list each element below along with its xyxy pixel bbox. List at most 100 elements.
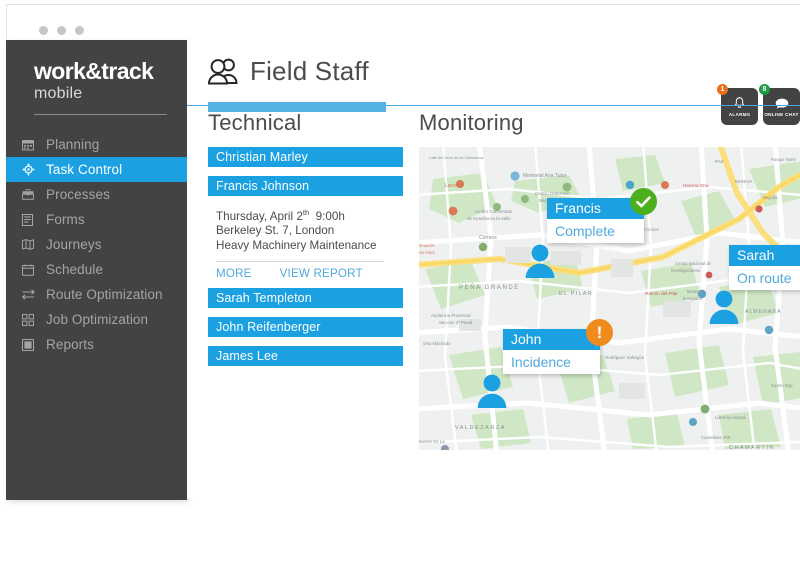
svg-text:Castellana 200: Castellana 200 xyxy=(701,435,731,440)
target-icon xyxy=(22,163,42,177)
sidebar-item-label: Processes xyxy=(46,187,110,202)
sidebar-item-label: Schedule xyxy=(46,262,104,277)
sidebar-item-task-control[interactable]: Task Control xyxy=(6,157,187,182)
brand-logo: work&track mobile xyxy=(6,40,187,115)
monitoring-panel-title: Monitoring xyxy=(419,110,524,135)
svg-text:Centro Nacional de: Centro Nacional de xyxy=(675,261,712,266)
svg-text:EL PILAR: EL PILAR xyxy=(559,291,593,297)
svg-text:Audiencia Provincial: Audiencia Provincial xyxy=(431,313,471,318)
staff-detail-address: Berkeley St. 7, London xyxy=(216,224,335,238)
sidebar-item-schedule[interactable]: Schedule xyxy=(6,257,187,282)
svg-text:ALMENARA: ALMENARA xyxy=(745,309,782,315)
svg-text:Investigaciones: Investigaciones xyxy=(671,268,700,273)
window-dot-close[interactable] xyxy=(39,26,48,35)
svg-text:Museo de: Museo de xyxy=(687,289,706,294)
exclamation-icon: ! xyxy=(596,323,603,342)
form-icon xyxy=(22,213,42,227)
technical-panel-title: Technical xyxy=(208,110,302,135)
toolbox-icon xyxy=(22,188,42,202)
status-badge-complete xyxy=(630,188,657,215)
sidebar-item-label: Route Optimization xyxy=(46,287,163,302)
brand-name: work&track xyxy=(34,58,154,84)
staff-row-sarah-templeton[interactable]: Sarah Templeton xyxy=(208,287,403,308)
map-callout-john[interactable]: ! John Incidence xyxy=(503,319,613,374)
brand-tagline: mobile xyxy=(34,85,83,102)
staff-row-christian-marley[interactable]: Christian Marley xyxy=(208,147,403,167)
chat-badge: 8 xyxy=(759,84,770,95)
callout-name: Sarah xyxy=(729,245,800,266)
sidebar-item-label: Journeys xyxy=(46,237,102,252)
staff-detail-datetime: Thursday, April 2th 9:00h xyxy=(216,206,403,224)
sidebar: work&track mobile Planning Task Control … xyxy=(6,40,187,500)
staff-detail-date: Thursday, April 2 xyxy=(216,209,303,223)
people-icon xyxy=(207,57,241,90)
svg-text:MANIVA: MANIVA xyxy=(735,179,753,184)
svg-text:Parque Norte: Parque Norte xyxy=(771,157,797,162)
staff-detail-divider xyxy=(216,260,384,262)
staff-row-james-lee[interactable]: James Lee xyxy=(208,345,403,366)
monitoring-panel: Monitoring Calle del Cerro de los Carbon… xyxy=(419,110,800,450)
svg-text:Centro Deportivo: Centro Deportivo xyxy=(535,191,570,196)
staff-detail-links: MORE VIEW REPORT xyxy=(216,267,403,280)
sidebar-item-label: Forms xyxy=(46,212,85,227)
svg-text:Centro Concertado: Centro Concertado xyxy=(475,209,513,214)
map-pin-sarah[interactable] xyxy=(707,289,741,325)
main-content: Field Staff 1 ALARMS 8 ONLINE CHAT Techn… xyxy=(187,40,800,498)
sidebar-item-route-optimization[interactable]: Route Optimization xyxy=(6,282,187,307)
sidebar-item-planning[interactable]: Planning xyxy=(6,132,187,157)
svg-text:Memorial Ana Tutor: Memorial Ana Tutor xyxy=(523,173,567,179)
panels-row: Technical Christian Marley Francis Johns… xyxy=(187,110,800,450)
staff-detail-card: Thursday, April 2th 9:00h Berkeley St. 7… xyxy=(208,205,403,280)
staff-detail-date-suffix: th xyxy=(302,208,310,217)
svg-text:Correos: Correos xyxy=(479,235,497,241)
window-dot-minimize[interactable] xyxy=(57,26,66,35)
sidebar-nav: Planning Task Control Processes Forms Jo xyxy=(6,132,187,357)
staff-detail-time: 9:00h xyxy=(315,209,345,223)
window-titlebar xyxy=(7,5,800,41)
chat-icon xyxy=(775,96,789,111)
map-pin-john[interactable] xyxy=(475,373,509,409)
svg-text:PAZ: PAZ xyxy=(715,159,724,164)
map-callout-sarah[interactable]: Sarah On route xyxy=(729,245,800,290)
callout-status: Incidence xyxy=(511,354,571,370)
map-pin-francis[interactable] xyxy=(523,243,557,279)
svg-text:de Enseñanza la Salle: de Enseñanza la Salle xyxy=(467,216,511,221)
brand-divider xyxy=(34,114,167,115)
sidebar-item-job-optimization[interactable]: Job Optimization xyxy=(6,307,187,332)
window-dot-maximize[interactable] xyxy=(75,26,84,35)
alarms-badge: 1 xyxy=(717,84,728,95)
staff-row-john-reifenberger[interactable]: John Reifenberger xyxy=(208,316,403,337)
staff-detail-job: Heavy Machinery Maintenance xyxy=(216,239,377,253)
svg-text:Rodríguez Sahagún: Rodríguez Sahagún xyxy=(605,355,645,360)
svg-text:Ramón del Pilar: Ramón del Pilar xyxy=(645,291,678,296)
staff-row-francis-johnson[interactable]: Francis Johnson xyxy=(208,176,403,196)
svg-text:Lacoma: Lacoma xyxy=(445,183,463,189)
map-callout-francis[interactable]: Francis Complete xyxy=(547,188,657,243)
calendar-icon xyxy=(22,138,42,152)
map-book-icon xyxy=(22,238,42,252)
sidebar-item-journeys[interactable]: Journeys xyxy=(6,232,187,257)
page-title: Field Staff xyxy=(250,56,369,86)
sidebar-item-label: Planning xyxy=(46,137,100,152)
svg-text:PEÑA GRANDE: PEÑA GRANDE xyxy=(459,284,520,291)
technical-panel: Technical Christian Marley Francis Johns… xyxy=(208,110,403,450)
svg-text:CHAMARTÍN: CHAMARTÍN xyxy=(729,444,775,450)
svg-text:VALDEZARZA: VALDEZARZA xyxy=(455,425,506,431)
callout-status: Complete xyxy=(555,223,615,239)
svg-text:Calle del Cerro de los Carbone: Calle del Cerro de los Carboneros xyxy=(429,156,484,160)
grid-icon xyxy=(22,313,42,327)
sidebar-item-forms[interactable]: Forms xyxy=(6,207,187,232)
map-view[interactable]: Calle del Cerro de los Carboneros Memori… xyxy=(419,147,800,450)
callout-status: On route xyxy=(737,270,792,286)
svg-text:Herrera Oria: Herrera Oria xyxy=(683,183,709,188)
svg-text:Seccion 2ª Penal: Seccion 2ª Penal xyxy=(439,320,472,325)
page-header: Field Staff 1 ALARMS 8 ONLINE CHAT xyxy=(187,40,800,125)
sidebar-item-reports[interactable]: Reports xyxy=(6,332,187,357)
sidebar-item-processes[interactable]: Processes xyxy=(6,182,187,207)
view-report-link[interactable]: VIEW REPORT xyxy=(280,267,363,280)
route-icon xyxy=(22,288,42,302)
more-link[interactable]: MORE xyxy=(216,267,252,280)
svg-text:la Higuera: la Higuera xyxy=(683,296,703,301)
svg-text:Librería Alcaná: Librería Alcaná xyxy=(715,415,746,420)
sidebar-item-label: Reports xyxy=(46,337,94,352)
